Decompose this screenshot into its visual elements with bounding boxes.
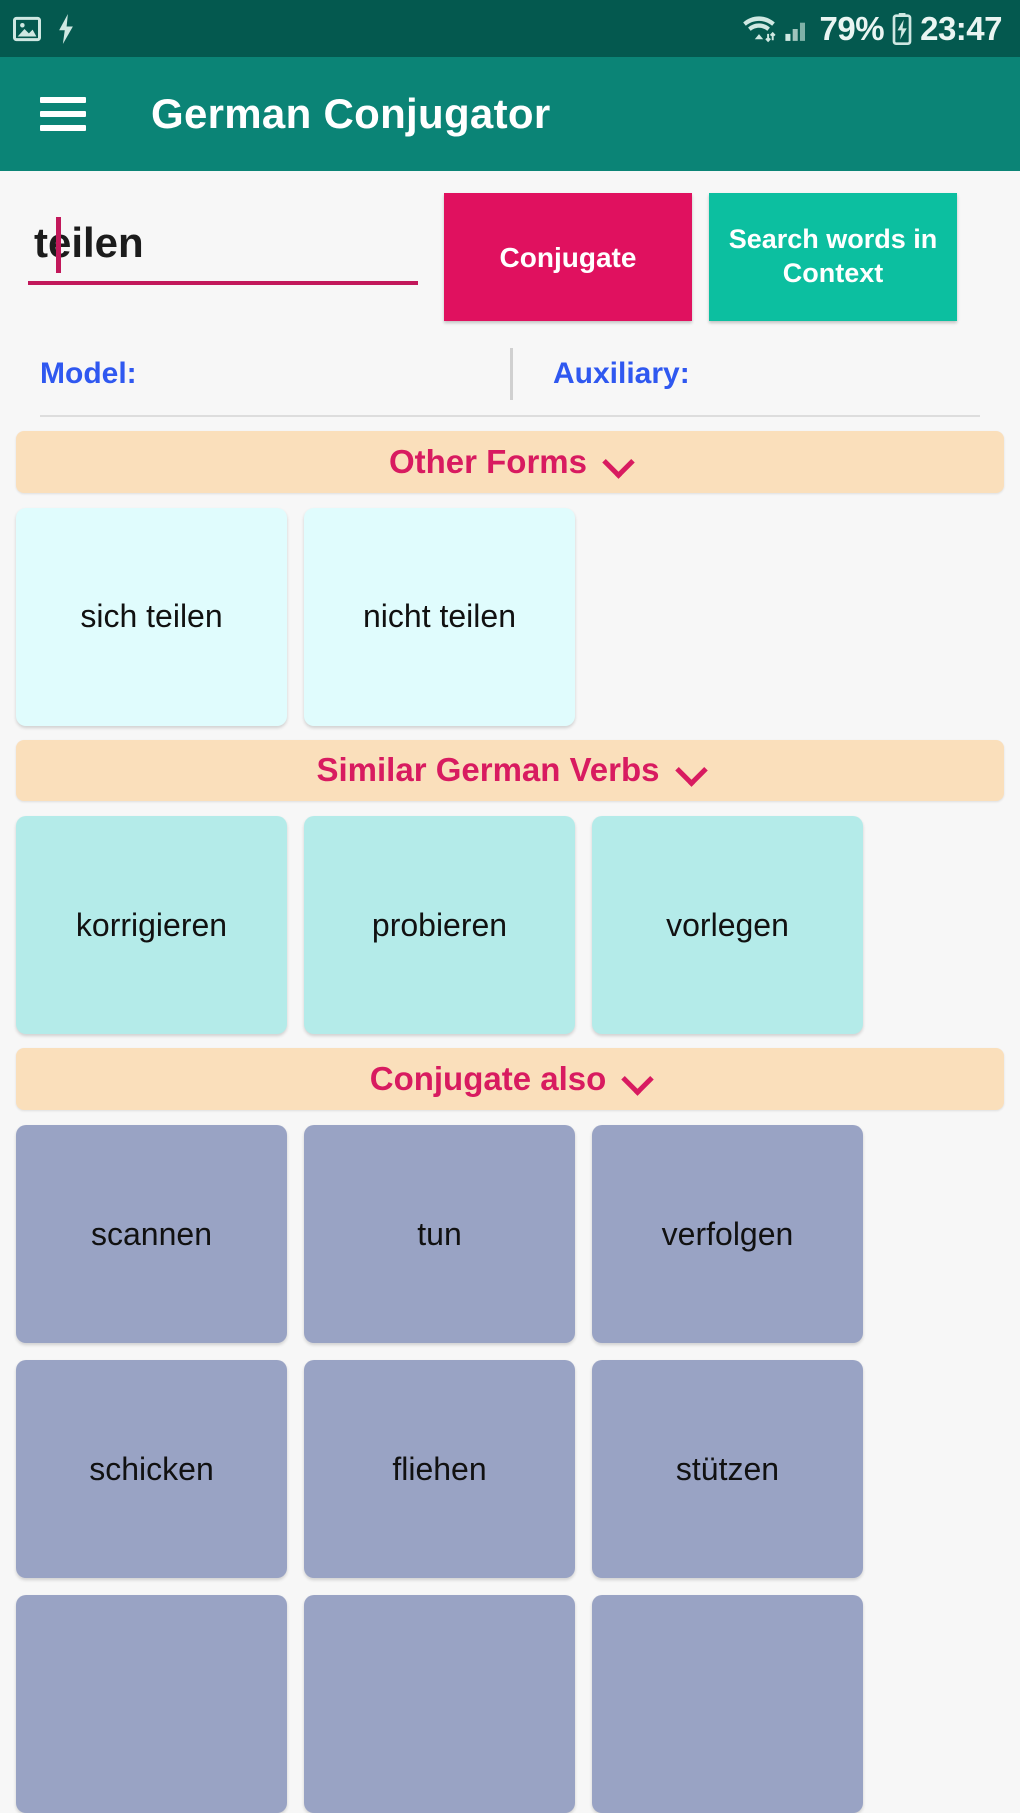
hamburger-bar [40, 111, 86, 117]
other-form-card[interactable]: sich teilen [16, 507, 287, 726]
conjugate-also-card[interactable]: stützen [592, 1360, 863, 1578]
hamburger-bar [40, 125, 86, 131]
other-forms-grid: sich teilen nicht teilen [0, 493, 1020, 726]
app-title: German Conjugator [151, 90, 551, 137]
search-row: Conjugate Search words in Context [0, 171, 1020, 321]
section-title: Conjugate also [369, 1060, 607, 1098]
wifi-icon [742, 15, 776, 43]
app-root: 79% 23:47 German Conjugator teilen Conju… [0, 0, 1020, 1813]
hamburger-menu-icon[interactable] [40, 97, 86, 131]
clock-label: 23:47 [920, 10, 1002, 47]
text-cursor [56, 217, 61, 273]
chevron-down-icon [624, 1066, 650, 1092]
conjugate-also-card[interactable] [16, 1595, 287, 1813]
main-content: Conjugate Search words in Context Model:… [0, 171, 1020, 1813]
similar-verb-card[interactable]: vorlegen [592, 816, 863, 1035]
section-title: Other Forms [388, 442, 588, 480]
section-title: Similar German Verbs [316, 751, 660, 789]
hamburger-bar [40, 97, 86, 103]
chevron-down-icon [605, 449, 631, 475]
verb-search-input[interactable] [28, 219, 418, 285]
app-bar: German Conjugator [0, 57, 1020, 171]
battery-charging-icon [892, 12, 912, 45]
similar-verb-card[interactable]: korrigieren [16, 816, 287, 1035]
verb-input-wrapper [28, 193, 418, 285]
meta-divider [510, 348, 513, 400]
conjugate-also-grid: scannen tun verfolgen schicken fliehen s… [0, 1110, 1020, 1813]
charging-bolt-icon [56, 13, 76, 44]
meta-separator-rule [40, 415, 980, 417]
status-bar: 79% 23:47 [0, 0, 1020, 57]
section-header-other-forms[interactable]: Other Forms [16, 430, 1004, 493]
conjugate-also-card[interactable]: schicken [16, 1360, 287, 1578]
similar-verbs-grid: korrigieren probieren vorlegen [0, 801, 1020, 1035]
conjugate-also-card[interactable] [304, 1595, 575, 1813]
status-bar-left-icons [12, 13, 76, 44]
conjugate-also-card[interactable] [592, 1595, 863, 1813]
meta-row: Model: Auxiliary: [0, 321, 1020, 400]
auxiliary-block: Auxiliary: [553, 357, 690, 391]
image-icon [12, 14, 42, 44]
search-words-in-context-button[interactable]: Search words in Context [709, 193, 957, 321]
auxiliary-label: Auxiliary: [553, 357, 690, 390]
other-form-card[interactable]: nicht teilen [304, 507, 575, 726]
model-block: Model: [40, 357, 510, 391]
conjugate-also-card[interactable]: tun [304, 1125, 575, 1343]
conjugate-also-card[interactable]: verfolgen [592, 1125, 863, 1343]
conjugate-also-card[interactable]: fliehen [304, 1360, 575, 1578]
conjugate-button[interactable]: Conjugate [444, 193, 692, 321]
section-header-conjugate-also[interactable]: Conjugate also [16, 1048, 1004, 1110]
chevron-down-icon [678, 757, 704, 783]
battery-percent-label: 79% [819, 10, 885, 47]
signal-icon [784, 15, 812, 43]
similar-verb-card[interactable]: probieren [304, 816, 575, 1035]
model-label: Model: [40, 357, 137, 390]
conjugate-also-card[interactable]: scannen [16, 1125, 287, 1343]
status-bar-right-icons: 79% 23:47 [742, 12, 1002, 45]
section-header-similar-german-verbs[interactable]: Similar German Verbs [16, 739, 1004, 802]
